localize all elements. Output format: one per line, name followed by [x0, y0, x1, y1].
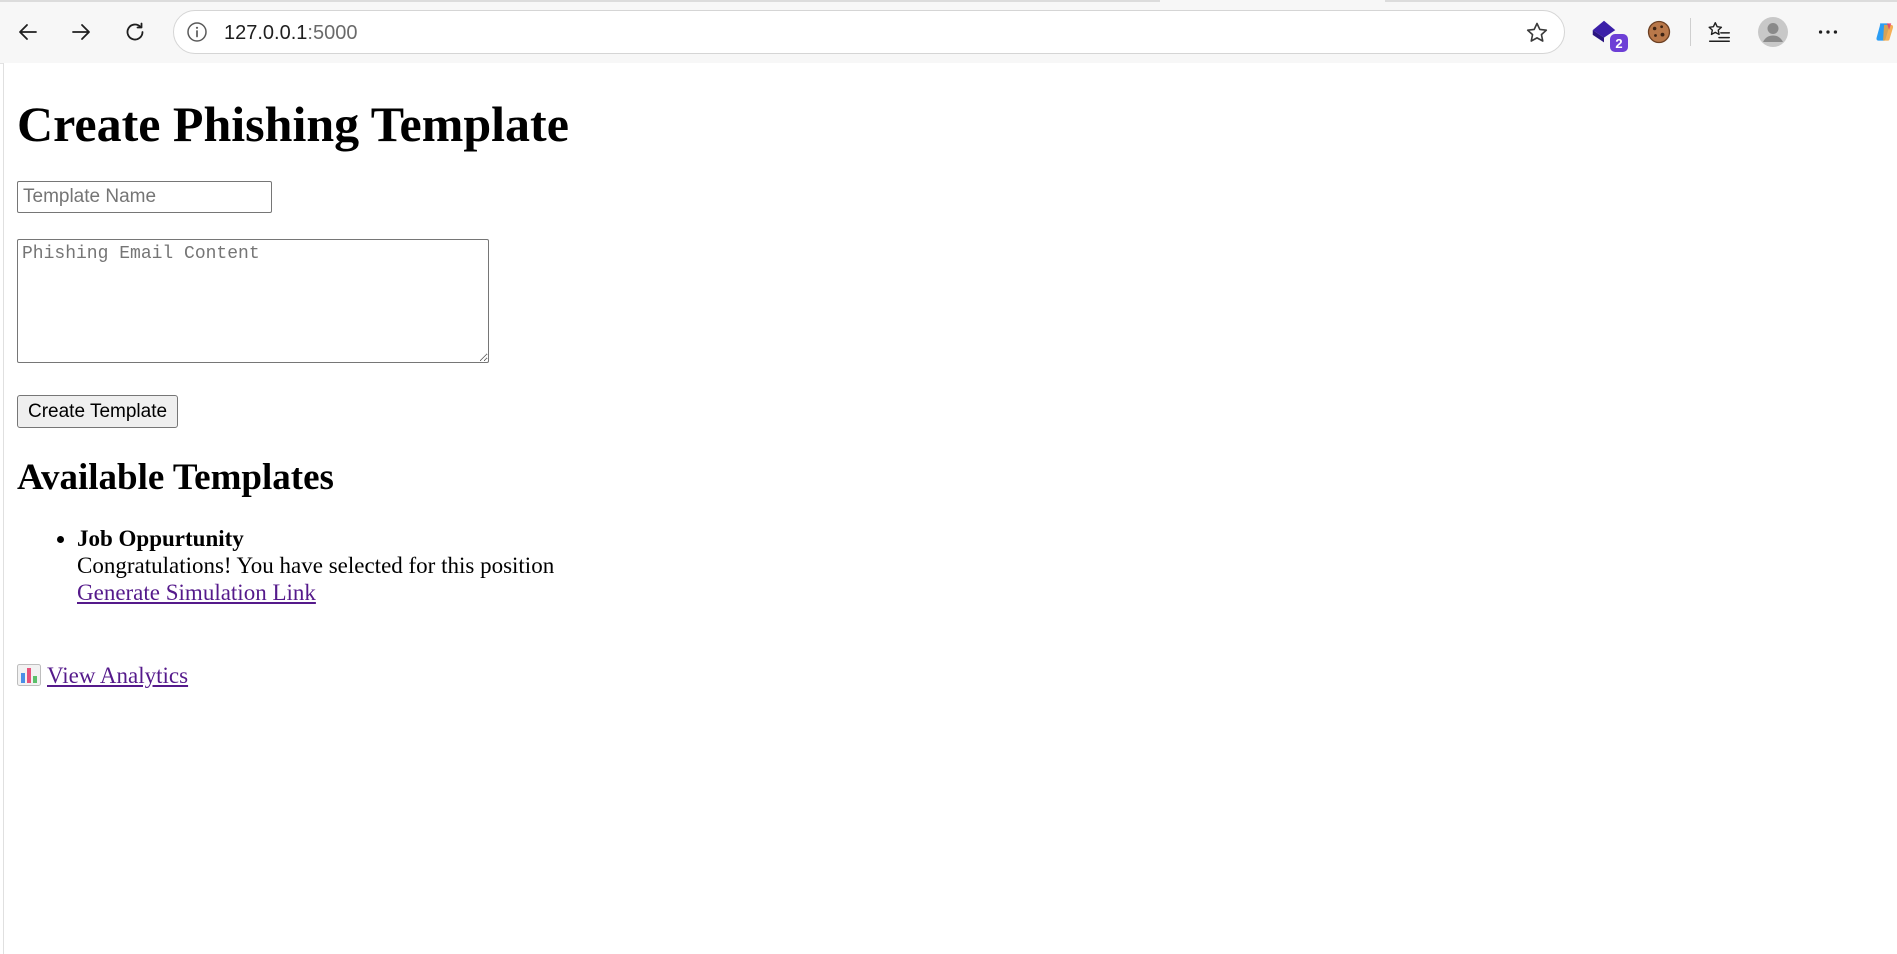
cookie-extension-button[interactable]: [1643, 16, 1675, 48]
phishing-email-content-textarea[interactable]: [17, 239, 489, 363]
page-viewport: Create Phishing Template Create Template…: [3, 63, 1897, 954]
site-info-icon[interactable]: [186, 21, 208, 43]
available-templates-heading: Available Templates: [17, 457, 334, 498]
favorites-list-icon: [1708, 22, 1730, 43]
reload-button[interactable]: [117, 14, 153, 50]
profile-button[interactable]: [1757, 16, 1789, 48]
url-text[interactable]: 127.0.0.1:5000: [224, 22, 357, 45]
avatar-icon: [1758, 17, 1788, 47]
template-list-item: Job Oppurtunity Congratulations! You hav…: [77, 525, 554, 606]
view-analytics-label: View Analytics: [47, 663, 189, 688]
template-title: Job Oppurtunity: [77, 526, 244, 551]
arrow-right-icon: [72, 24, 90, 40]
view-analytics-link[interactable]: View Analytics: [17, 663, 188, 689]
tab-strip-divider: [0, 0, 1160, 2]
favorites-button[interactable]: [1703, 16, 1735, 48]
address-bar[interactable]: 127.0.0.1:5000: [173, 10, 1565, 54]
more-dots-icon: [1818, 30, 1838, 34]
browser-toolbar: 127.0.0.1:5000 2: [0, 0, 1897, 64]
back-button[interactable]: [10, 14, 46, 50]
copilot-button[interactable]: [1866, 16, 1897, 48]
template-list: Job Oppurtunity Congratulations! You hav…: [17, 525, 554, 606]
url-port: :5000: [307, 22, 358, 44]
generate-simulation-link[interactable]: Generate Simulation Link: [77, 580, 316, 605]
forward-button[interactable]: [63, 14, 99, 50]
arrow-left-icon: [19, 24, 37, 40]
page-title: Create Phishing Template: [17, 96, 569, 152]
url-host: 127.0.0.1: [224, 22, 308, 44]
reload-icon: [126, 22, 144, 41]
template-name-input[interactable]: [17, 181, 272, 213]
template-body: Congratulations! You have selected for t…: [77, 553, 555, 578]
cookie-icon: [1647, 20, 1671, 44]
favorite-star-icon[interactable]: [1524, 20, 1550, 46]
create-template-button[interactable]: Create Template: [17, 395, 179, 428]
copilot-icon: [1876, 23, 1894, 41]
tab-strip-divider: [1385, 0, 1897, 2]
settings-menu-button[interactable]: [1812, 16, 1844, 48]
toolbar-divider: [1690, 18, 1691, 46]
extension-badge: 2: [1610, 34, 1628, 52]
tab-strip: [0, 0, 1897, 9]
bar-chart-icon: [17, 664, 41, 686]
